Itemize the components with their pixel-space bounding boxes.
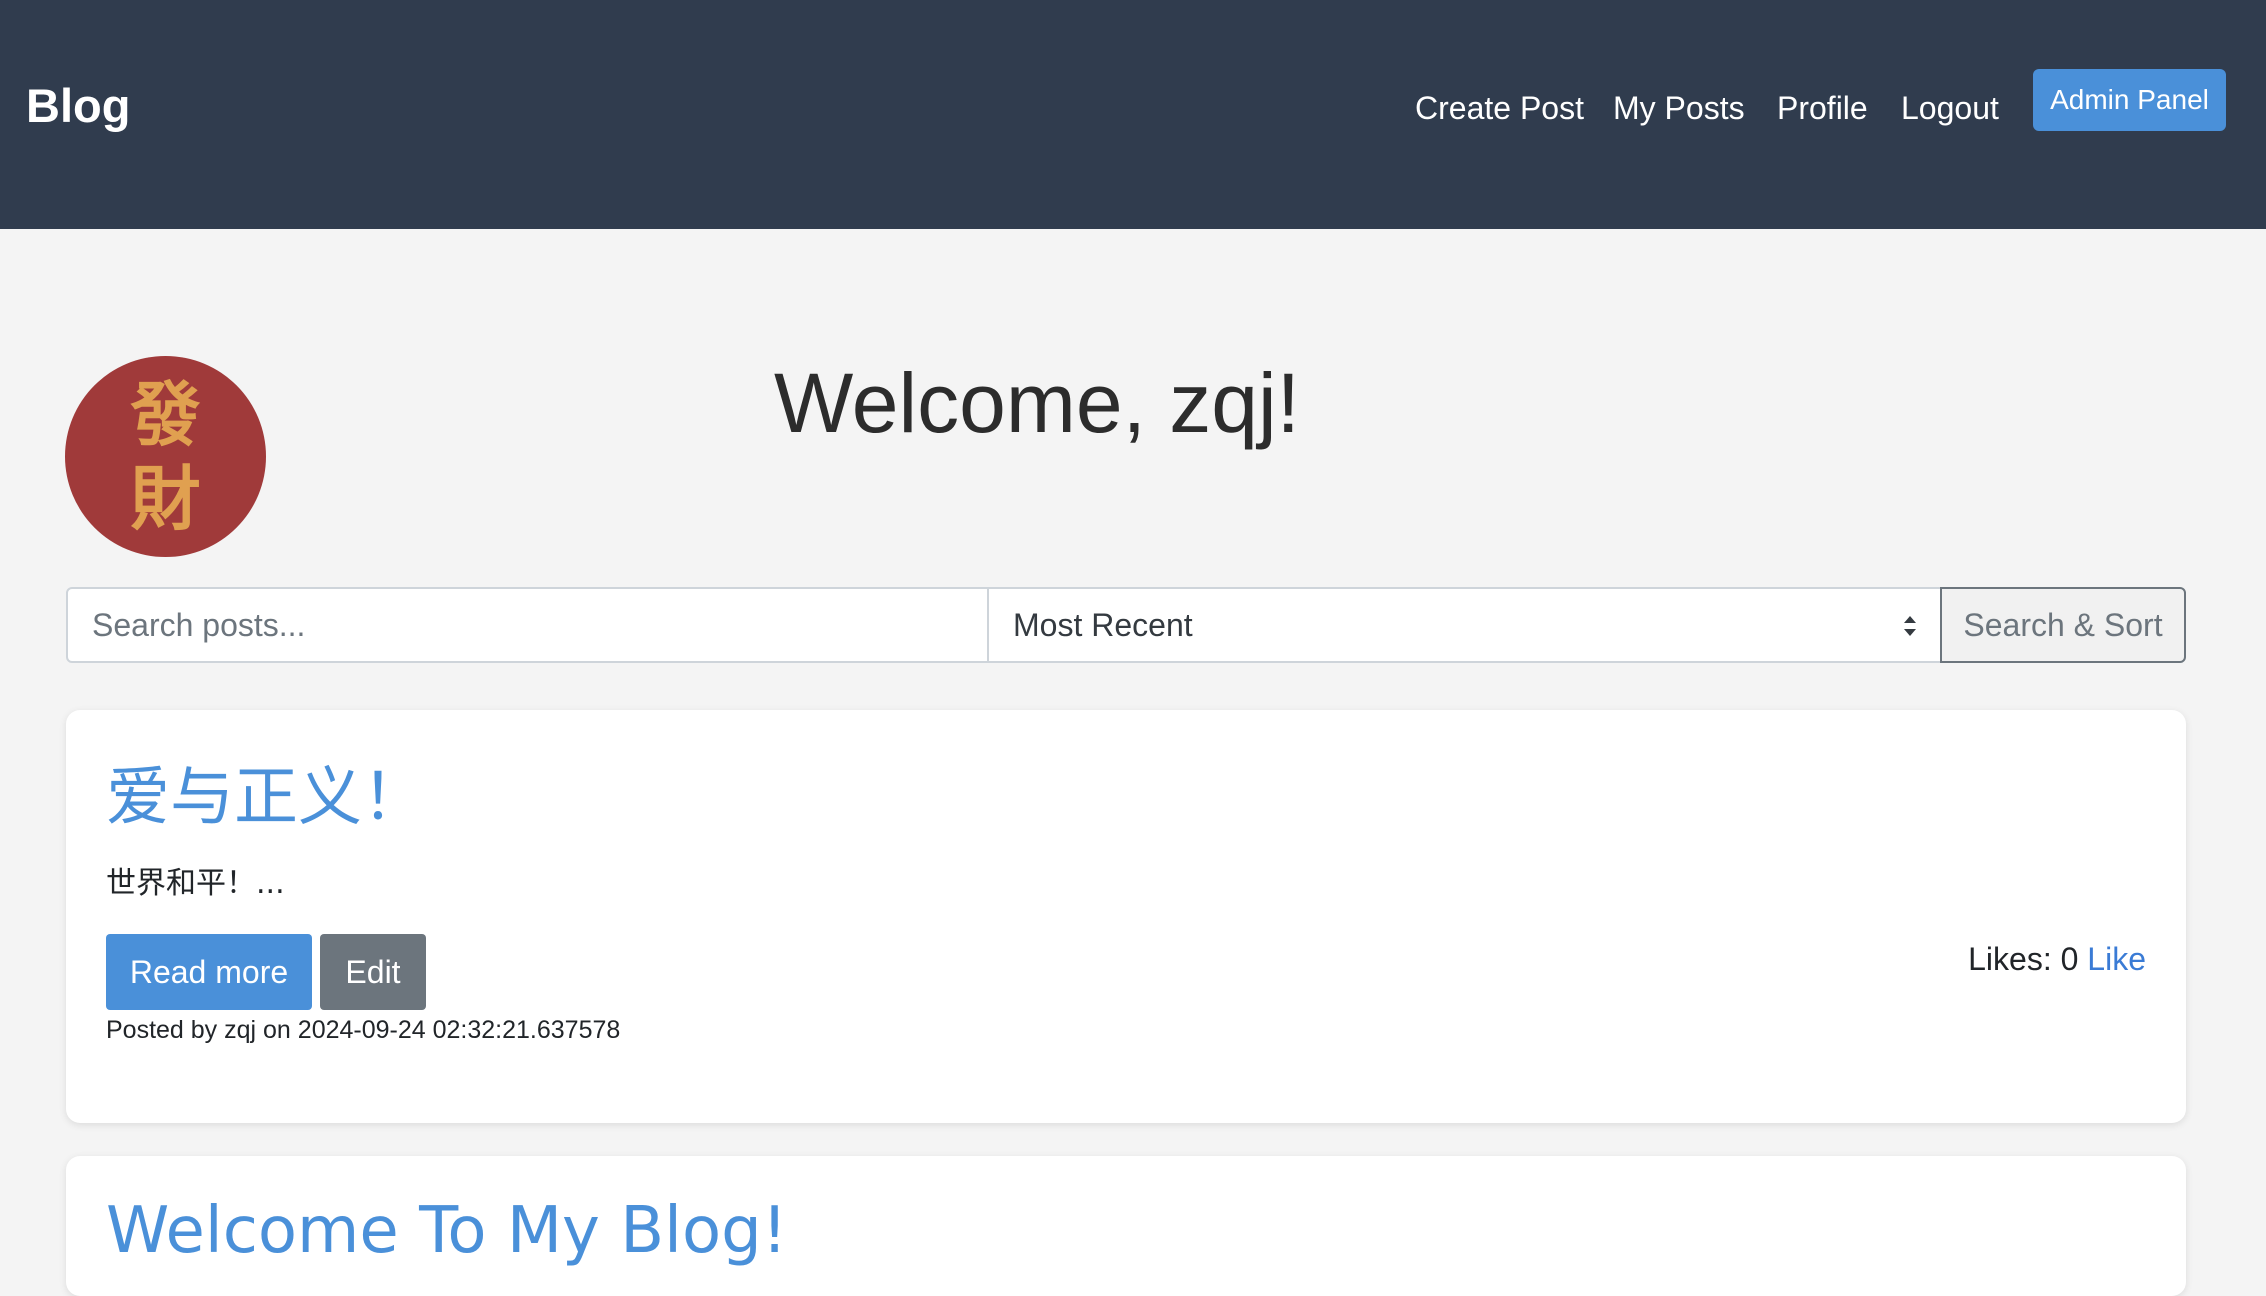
search-input[interactable] [66,587,989,663]
nav-create-post[interactable]: Create Post [1415,90,1584,127]
post-excerpt: 世界和平！... [106,866,285,901]
nav-logout[interactable]: Logout [1901,90,1999,127]
sort-select[interactable]: Most Recent [987,587,1942,663]
post-card: 爱与正义！ 世界和平！... Read more Edit Likes: 0 L… [66,710,2186,1123]
post-meta: Posted by zqj on 2024-09-24 02:32:21.637… [106,1016,621,1044]
welcome-heading: Welcome, zqj! [774,356,1300,450]
post-card: Welcome To My Blog! [66,1156,2186,1296]
admin-panel-button[interactable]: Admin Panel [2033,69,2226,131]
like-link[interactable]: Like [2087,941,2146,977]
brand-logo[interactable]: Blog [26,78,130,133]
sort-selected-value: Most Recent [1013,606,1193,643]
nav-my-posts[interactable]: My Posts [1613,90,1745,127]
post-title[interactable]: Welcome To My Blog! [106,1194,787,1268]
avatar-glyph-bottom: 財 [130,456,201,540]
likes-section: Likes: 0 Like [1968,941,2146,978]
likes-count: Likes: 0 [1968,941,2079,977]
select-arrows-icon [1904,616,1916,636]
edit-button[interactable]: Edit [320,934,426,1010]
search-sort-button[interactable]: Search & Sort [1940,587,2186,663]
read-more-button[interactable]: Read more [106,934,312,1010]
top-navbar: Blog Create Post My Posts Profile Logout… [0,0,2266,229]
nav-profile[interactable]: Profile [1777,90,1868,127]
post-title[interactable]: 爱与正义！ [106,746,426,838]
